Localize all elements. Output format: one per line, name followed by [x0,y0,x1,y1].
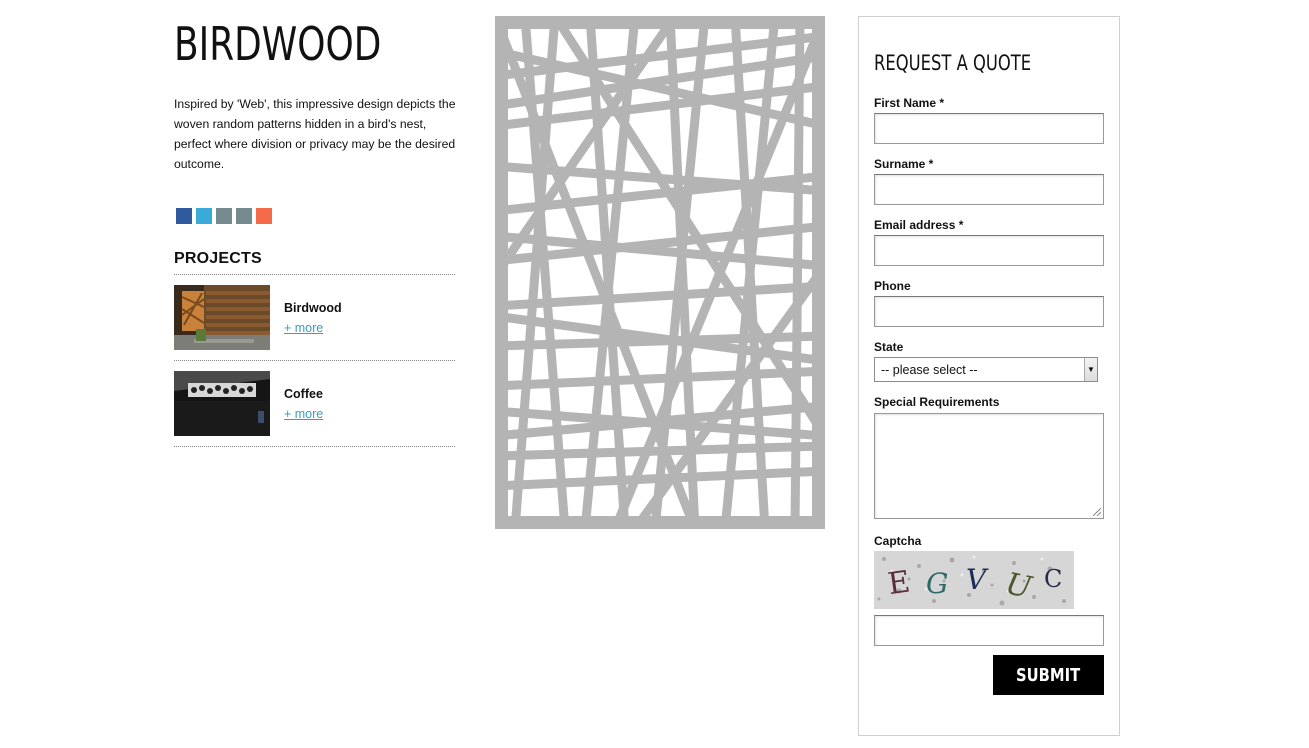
captcha-image: E G V U C [874,551,1074,609]
captcha-char: V [966,563,989,596]
submit-button[interactable]: SUBMIT [993,655,1104,695]
page-title: BIRDWOOD [174,17,382,71]
project-name: Coffee [284,386,323,401]
captcha-char: G [926,567,948,600]
email-icon[interactable] [236,208,252,224]
quote-form: REQUEST A QUOTE First Name * Surname * E… [858,16,1120,736]
state-select[interactable]: -- please select -- ▼ [874,357,1098,382]
product-panel-image [495,16,825,529]
google-plus-icon[interactable] [256,208,272,224]
state-label: State [874,340,904,354]
resize-grip-icon[interactable] [1092,507,1101,516]
project-more-link[interactable]: + more [284,404,323,424]
product-description: Inspired by 'Web', this impressive desig… [174,97,456,171]
phone-field[interactable] [874,296,1104,327]
email-field[interactable] [874,235,1104,266]
special-requirements-label: Special Requirements [874,395,1000,409]
twitter-icon[interactable] [196,208,212,224]
project-item-coffee: Coffee + more [174,361,455,447]
captcha-label: Captcha [874,534,922,548]
product-info: BIRDWOOD Inspired by 'Web', this impress… [174,18,456,447]
captcha-field[interactable] [874,615,1104,646]
project-item-birdwood: Birdwood + more [174,275,455,361]
surname-field[interactable] [874,174,1104,205]
submit-label: SUBMIT [1016,664,1081,686]
first-name-field[interactable] [874,113,1104,144]
share-icon[interactable] [216,208,232,224]
email-label: Email address * [874,218,964,232]
state-selected-value: -- please select -- [881,362,978,377]
project-thumbnail-birdwood[interactable] [174,285,270,350]
surname-label: Surname * [874,157,934,171]
special-requirements-field[interactable] [874,413,1104,519]
first-name-label: First Name * [874,96,945,110]
captcha-char: C [1044,565,1062,593]
project-more-link[interactable]: + more [284,318,323,338]
project-name: Birdwood [284,300,342,315]
phone-label: Phone [874,279,911,293]
projects-heading: PROJECTS [174,250,455,275]
social-share-bar [174,208,456,224]
project-thumbnail-coffee[interactable] [174,371,270,436]
form-title: REQUEST A QUOTE [874,51,1032,75]
chevron-down-icon[interactable]: ▼ [1084,358,1097,381]
facebook-icon[interactable] [176,208,192,224]
